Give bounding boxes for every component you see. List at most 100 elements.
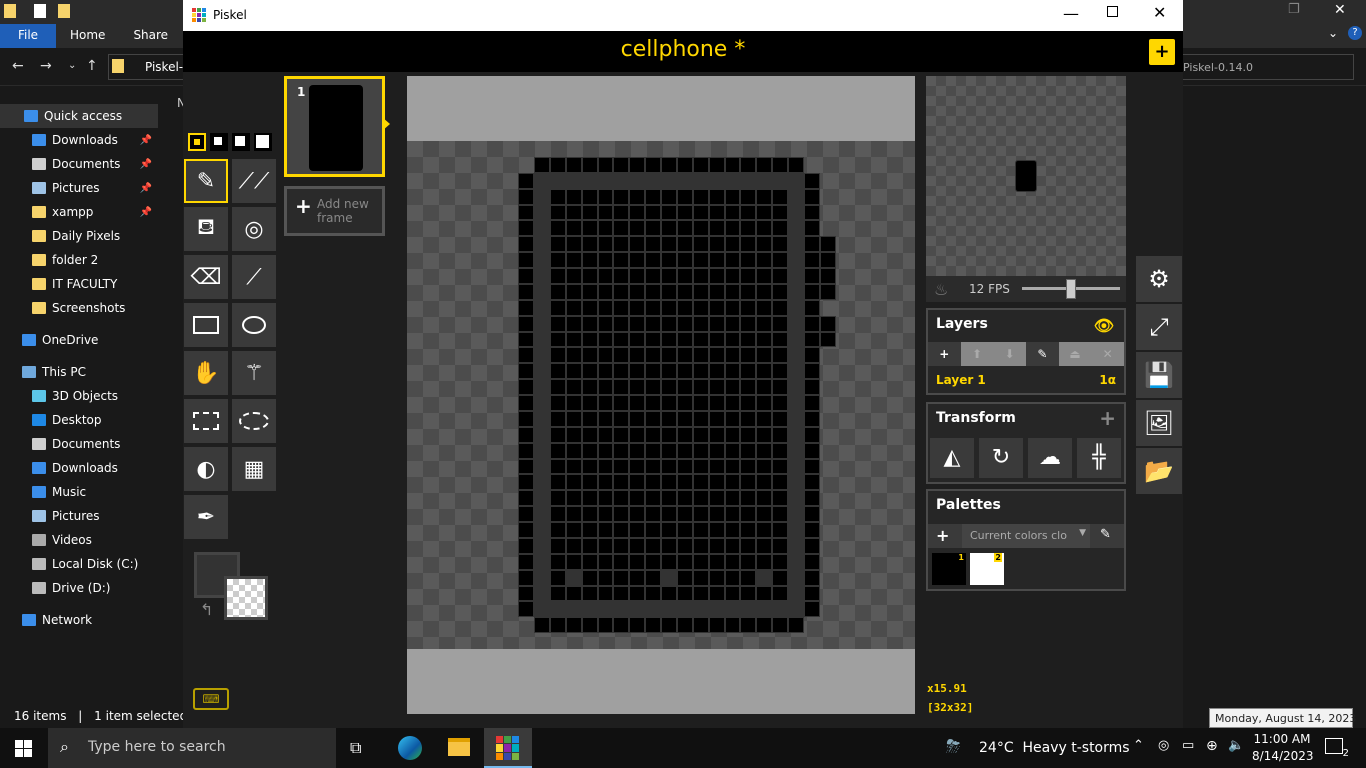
notification-icon[interactable]: 2 [1325,738,1349,759]
ribbon-tab-home[interactable]: Home [56,24,119,48]
circle-tool[interactable] [232,303,276,347]
recent-chevron-icon[interactable]: ⌄ [68,60,86,78]
piskel-taskbar-button[interactable] [484,728,532,768]
center-icon[interactable]: ╬ [1077,438,1121,478]
paint-same-color-tool[interactable]: ◎ [232,207,276,251]
color-picker-tool[interactable]: ✒ [184,495,228,539]
pin-icon[interactable]: 📌 [140,183,152,194]
stroke-tool[interactable]: ⟋ [232,255,276,299]
eye-icon[interactable]: 👁 [1094,316,1114,335]
minimize-icon[interactable]: — [1063,4,1079,23]
maximize-icon[interactable] [1107,6,1118,17]
sprite-name[interactable]: cellphone * [183,37,1183,62]
task-view-icon[interactable]: ⧉ [350,738,361,758]
network-icon[interactable]: ⊕ [1206,738,1218,754]
close-icon[interactable]: ✕ [1334,2,1346,18]
nav-item[interactable]: Local Disk (C:) [0,552,158,576]
pin-icon[interactable]: 📌 [140,135,152,146]
up-icon[interactable]: ↑ [86,58,104,76]
search-box[interactable]: Piskel-0.14.0 [1178,54,1354,80]
nav-item[interactable]: Drive (D:) [0,576,158,600]
add-layer-icon[interactable]: + [928,342,961,366]
battery-icon[interactable]: ▭ [1182,738,1194,753]
properties-icon[interactable] [34,4,46,18]
nav-item[interactable]: Pictures [0,504,158,528]
restore-icon[interactable]: ❐ [1288,2,1300,17]
vertical-mirror-pen-tool[interactable]: ⟋⟋ [232,159,276,203]
shape-select-tool[interactable]: ⚚ [232,351,276,395]
nav-item[interactable]: IT FACULTY [0,272,158,296]
settings-button[interactable]: ⚙ [1136,256,1182,302]
nav-item[interactable]: Downloads 📌 [0,128,158,152]
new-folder-icon[interactable] [58,4,70,18]
pen-size-3[interactable] [232,133,250,151]
lighten-tool[interactable]: ◐ [184,447,228,491]
move-layer-down-icon[interactable]: ⬇ [993,342,1027,366]
nav-item[interactable]: 3D Objects [0,384,158,408]
drawing-canvas[interactable] [407,141,915,649]
pin-icon[interactable]: 📌 [140,159,152,170]
help-icon[interactable]: ? [1348,26,1362,40]
add-palette-icon[interactable]: + [936,526,949,545]
add-frame-button[interactable]: + Add new frame [284,186,385,236]
rectangle-select-tool[interactable] [184,399,228,443]
expand-transform-icon[interactable]: + [1099,406,1116,430]
move-layer-up-icon[interactable]: ⬆ [960,342,994,366]
volume-icon[interactable]: 🔈 [1228,738,1244,753]
meet-now-icon[interactable]: ◎ [1158,738,1169,753]
ribbon-tab-file[interactable]: File [0,24,56,48]
keyboard-shortcuts-icon[interactable]: ⌨ [193,688,229,710]
windows-start-icon[interactable] [15,740,32,757]
fps-slider-thumb[interactable] [1066,279,1076,299]
swap-colors-icon[interactable]: ↰ [200,600,213,619]
nav-item[interactable]: xampp 📌 [0,200,158,224]
edge-icon[interactable] [398,736,422,760]
close-icon[interactable]: ✕ [1153,3,1166,22]
nav-item[interactable]: OneDrive [0,328,158,352]
palette-select[interactable]: Current colors clo ▼ [962,524,1090,548]
nav-item[interactable]: Pictures 📌 [0,176,158,200]
resize-button[interactable]: ⤢ [1136,304,1182,350]
clock[interactable]: 11:00 AM 8/14/2023 [1252,731,1314,765]
pen-size-2[interactable] [210,133,228,151]
delete-layer-icon[interactable]: ✕ [1091,342,1125,366]
palette-color-1[interactable]: 1 [932,553,966,585]
eraser-tool[interactable]: ⌫ [184,255,228,299]
weather-icon[interactable]: ⛈ [946,736,960,757]
pin-icon[interactable]: 📌 [140,207,152,218]
pen-size-4[interactable] [254,133,272,151]
nav-item[interactable]: This PC [0,360,158,384]
chevron-up-icon[interactable]: ⌃ [1133,738,1144,753]
import-button[interactable]: 📂 [1136,448,1182,494]
search-box[interactable]: ⌕ Type here to search [48,728,336,768]
back-icon[interactable]: ← [12,58,30,76]
nav-item[interactable]: Daily Pixels [0,224,158,248]
pen-tool[interactable]: ✎ [184,159,228,203]
flip-icon[interactable]: ◭ [930,438,974,478]
nav-item[interactable]: Downloads [0,456,158,480]
new-sprite-button[interactable]: + [1149,39,1175,65]
secondary-color[interactable] [224,576,268,620]
edit-palette-icon[interactable]: ✎ [1100,527,1111,542]
file-explorer-icon[interactable] [448,738,470,756]
ribbon-tab-share[interactable]: Share [119,24,182,48]
onion-skin-icon[interactable]: ♨ [934,280,948,299]
export-button[interactable]: 🖼 [1136,400,1182,446]
rotate-icon[interactable]: ↻ [979,438,1023,478]
nav-item[interactable]: Desktop [0,408,158,432]
layer-row[interactable]: Layer 1 1α [928,370,1124,392]
forward-icon[interactable]: → [40,58,58,76]
palette-color-2[interactable]: 2 [970,553,1004,585]
weather-text[interactable]: 24°C Heavy t-storms [979,740,1130,756]
nav-item[interactable]: Documents 📌 [0,152,158,176]
nav-item[interactable]: Network [0,608,158,632]
nav-item[interactable]: Documents [0,432,158,456]
save-button[interactable]: 💾 [1136,352,1182,398]
nav-item[interactable]: Music [0,480,158,504]
rectangle-tool[interactable] [184,303,228,347]
nav-item[interactable]: Screenshots [0,296,158,320]
lasso-select-tool[interactable] [232,399,276,443]
nav-item[interactable]: Quick access [0,104,158,128]
edit-layer-icon[interactable]: ✎ [1026,342,1059,366]
move-tool[interactable]: ✋ [184,351,228,395]
